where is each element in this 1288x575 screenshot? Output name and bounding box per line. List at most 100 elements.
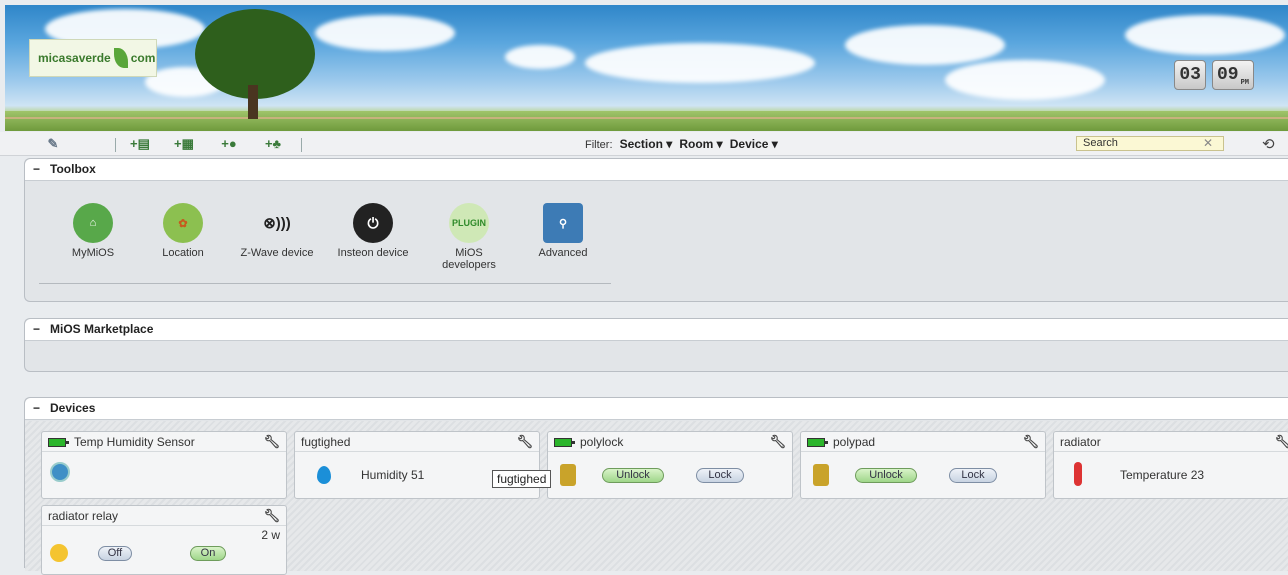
field-path — [5, 117, 1288, 119]
off-button[interactable]: Off — [98, 546, 132, 561]
refresh-icon[interactable]: ⟲ — [1262, 135, 1275, 153]
device-card[interactable]: polypad 🔧︎ Unlock Lock — [800, 431, 1046, 499]
toolbar: ✎ +▤ +▦ +● +♣ Filter: Section ▾ Room ▾ D… — [0, 132, 1288, 156]
device-card[interactable]: radiator relay 🔧︎ 2 w Off On — [41, 505, 287, 575]
device-card[interactable]: radiator 🔧︎ Temperature 23 — [1053, 431, 1288, 499]
water-drop-icon — [317, 466, 331, 484]
device-title: polypad 🔧︎ — [801, 432, 1045, 452]
plugin-icon: PLUGIN — [449, 203, 489, 243]
tool-advanced[interactable]: ⚲ Advanced — [523, 203, 603, 259]
clock: 03 09 PM — [1174, 60, 1254, 90]
device-card[interactable]: Temp Humidity Sensor 🔧︎ — [41, 431, 287, 499]
toolbox-title: Toolbox — [50, 162, 96, 176]
padlock-icon — [813, 464, 829, 486]
tool-label: MyMiOS — [71, 247, 115, 259]
light-bulb-icon — [50, 544, 68, 562]
marketplace-title: MiOS Marketplace — [50, 322, 154, 336]
logo-text: micasaverde — [38, 51, 111, 65]
house-icon: ⌂ — [73, 203, 113, 243]
device-title: radiator 🔧︎ — [1054, 432, 1288, 452]
clock-hours: 03 — [1174, 60, 1206, 90]
cloud — [315, 15, 455, 51]
cloud — [845, 25, 1005, 65]
toolbox-panel: − Toolbox ⌂ MyMiOS ✿ Location ⊗))) Z-Wave… — [24, 158, 1288, 302]
power-icon: ⏻ — [353, 203, 393, 243]
device-card[interactable]: fugtighed 🔧︎ Humidity 51 — [294, 431, 540, 499]
tool-mios-developers[interactable]: PLUGIN MiOS developers — [429, 203, 509, 271]
tool-label: Z-Wave device — [240, 247, 314, 259]
devices-title: Devices — [50, 401, 96, 415]
grass-field — [5, 111, 1288, 131]
on-button[interactable]: On — [190, 546, 226, 561]
tool-label: Location — [162, 247, 204, 259]
logo[interactable]: micasaverde com — [29, 39, 157, 77]
device-title: fugtighed 🔧︎ — [295, 432, 539, 452]
toolbox-header[interactable]: − Toolbox — [25, 159, 1288, 181]
add-device-icon[interactable]: +● — [220, 136, 238, 152]
cloud — [1125, 15, 1285, 55]
lock-button[interactable]: Lock — [949, 468, 997, 483]
header-banner: micasaverde com 03 09 PM — [5, 5, 1288, 131]
globe-icon: ✿ — [163, 203, 203, 243]
tool-label: Insteon device — [337, 247, 409, 259]
search-placeholder: Search — [1083, 137, 1118, 149]
cloud — [945, 60, 1105, 100]
tooltip: fugtighed — [492, 470, 552, 488]
filter-section-dropdown[interactable]: Section ▾ — [620, 137, 673, 151]
device-card[interactable]: polylock 🔧︎ Unlock Lock — [547, 431, 793, 499]
cloud — [585, 43, 815, 83]
devices-header[interactable]: − Devices — [25, 398, 1288, 420]
unlock-button[interactable]: Unlock — [855, 468, 917, 483]
add-section-icon[interactable]: +▤ — [130, 136, 150, 152]
tool-label: Advanced — [538, 247, 588, 259]
marketplace-panel: − MiOS Marketplace — [24, 318, 1288, 372]
tool-insteon-device[interactable]: ⏻ Insteon device — [333, 203, 413, 259]
zwave-icon: ⊗))) — [263, 215, 291, 232]
device-title: Temp Humidity Sensor 🔧︎ — [42, 432, 286, 452]
wizard-icon[interactable]: ✎ — [44, 136, 62, 152]
clock-minutes: 09 PM — [1211, 60, 1254, 90]
padlock-icon — [560, 464, 576, 486]
devices-grid: Temp Humidity Sensor 🔧︎ fugtighed 🔧︎ Hum… — [25, 421, 1288, 575]
magnifier-icon: ⚲ — [543, 203, 583, 243]
wrench-icon[interactable]: 🔧︎ — [1274, 432, 1288, 452]
tool-label: MiOS developers — [442, 247, 496, 271]
temperature-status: Temperature 23 — [1120, 468, 1205, 482]
wrench-icon[interactable]: 🔧︎ — [263, 432, 280, 452]
device-title: radiator relay 🔧︎ — [42, 506, 286, 526]
collapse-icon[interactable]: − — [33, 322, 40, 336]
filter-label: Filter: — [585, 139, 613, 151]
tool-mymios[interactable]: ⌂ MyMiOS — [53, 203, 133, 259]
clear-search-icon[interactable]: ✕ — [1203, 137, 1213, 150]
thermometer-icon — [1074, 462, 1082, 486]
toolbar-divider — [115, 138, 116, 152]
marketplace-header[interactable]: − MiOS Marketplace — [25, 319, 1288, 341]
battery-icon — [48, 438, 69, 448]
device-title: polylock 🔧︎ — [548, 432, 792, 452]
lock-button[interactable]: Lock — [696, 468, 744, 483]
battery-icon — [554, 438, 575, 448]
wrench-icon[interactable]: 🔧︎ — [516, 432, 533, 452]
wrench-icon[interactable]: 🔧︎ — [1022, 432, 1039, 452]
collapse-icon[interactable]: − — [33, 401, 40, 415]
battery-icon — [807, 438, 828, 448]
cloud — [505, 45, 575, 69]
collapse-icon[interactable]: − — [33, 162, 40, 176]
humidity-status: Humidity 51 — [361, 468, 425, 482]
tool-zwave-device[interactable]: ⊗))) Z-Wave device — [237, 203, 317, 259]
filter-bar: Filter: Section ▾ Room ▾ Device ▾ — [585, 137, 778, 151]
logo-suffix: com — [130, 51, 156, 65]
add-room-icon[interactable]: +▦ — [174, 136, 194, 152]
search-input[interactable]: Search ✕ — [1076, 136, 1224, 151]
tool-location[interactable]: ✿ Location — [143, 203, 223, 259]
tree-trunk — [248, 85, 258, 119]
unlock-button[interactable]: Unlock — [602, 468, 664, 483]
filter-room-dropdown[interactable]: Room ▾ — [679, 137, 722, 151]
wrench-icon[interactable]: 🔧︎ — [263, 506, 280, 526]
sensor-icon — [50, 462, 70, 482]
devices-panel: − Devices Temp Humidity Sensor 🔧︎ fugtigh… — [24, 397, 1288, 575]
wrench-icon[interactable]: 🔧︎ — [769, 432, 786, 452]
filter-device-dropdown[interactable]: Device ▾ — [730, 137, 778, 151]
add-scene-icon[interactable]: +♣ — [264, 136, 282, 152]
power-reading: 2 w — [261, 528, 280, 542]
